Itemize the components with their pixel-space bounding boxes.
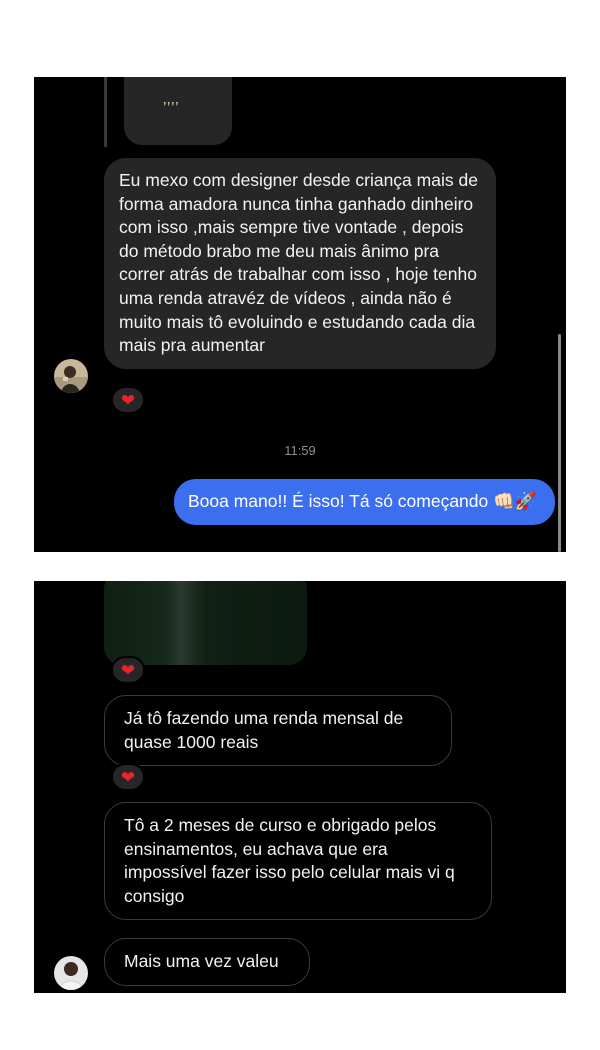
media-preview[interactable] bbox=[104, 581, 307, 665]
outgoing-message-text: Booa mano!! É isso! Tá só começando 👊🏻🚀 bbox=[188, 491, 537, 511]
incoming-message-bubble[interactable]: Eu mexo com designer desde criança mais … bbox=[104, 158, 496, 369]
chat-screenshot-top: ’’’’ Eu mexo com designer desde criança … bbox=[34, 77, 566, 552]
incoming-message-text: Já tô fazendo uma renda mensal de quase … bbox=[124, 708, 404, 752]
chat-screenshot-bottom: ❤ Já tô fazendo uma renda mensal de quas… bbox=[34, 581, 566, 993]
incoming-message-bubble[interactable]: Já tô fazendo uma renda mensal de quase … bbox=[104, 695, 452, 767]
sender-avatar[interactable] bbox=[54, 956, 88, 990]
avatar-photo-icon bbox=[54, 956, 88, 990]
media-bubble[interactable]: ’’’’ bbox=[124, 77, 232, 145]
thread-line bbox=[104, 77, 107, 147]
incoming-message-text: Tô a 2 meses de curso e obrigado pelos e… bbox=[124, 815, 455, 906]
scrollbar[interactable] bbox=[558, 334, 561, 552]
heart-reaction[interactable]: ❤ bbox=[111, 386, 145, 414]
heart-reaction-media[interactable]: ❤ bbox=[111, 656, 145, 684]
avatar-photo-icon bbox=[54, 359, 88, 393]
outgoing-message-bubble[interactable]: Booa mano!! É isso! Tá só começando 👊🏻🚀 bbox=[174, 479, 555, 525]
incoming-message-text: Eu mexo com designer desde criança mais … bbox=[119, 170, 478, 356]
sender-avatar[interactable] bbox=[54, 359, 88, 393]
incoming-message-bubble[interactable]: Mais uma vez valeu bbox=[104, 938, 310, 986]
heart-reaction[interactable]: ❤ bbox=[111, 763, 145, 791]
incoming-message-text: Mais uma vez valeu bbox=[124, 951, 279, 971]
heart-reaction-icon: ❤ bbox=[120, 767, 136, 787]
heart-reaction-icon: ❤ bbox=[120, 660, 136, 680]
incoming-message-bubble[interactable]: Tô a 2 meses de curso e obrigado pelos e… bbox=[104, 802, 492, 921]
media-caption: ’’’’ bbox=[163, 99, 180, 116]
message-timestamp: 11:59 bbox=[284, 443, 316, 458]
heart-reaction-icon: ❤ bbox=[120, 390, 136, 410]
